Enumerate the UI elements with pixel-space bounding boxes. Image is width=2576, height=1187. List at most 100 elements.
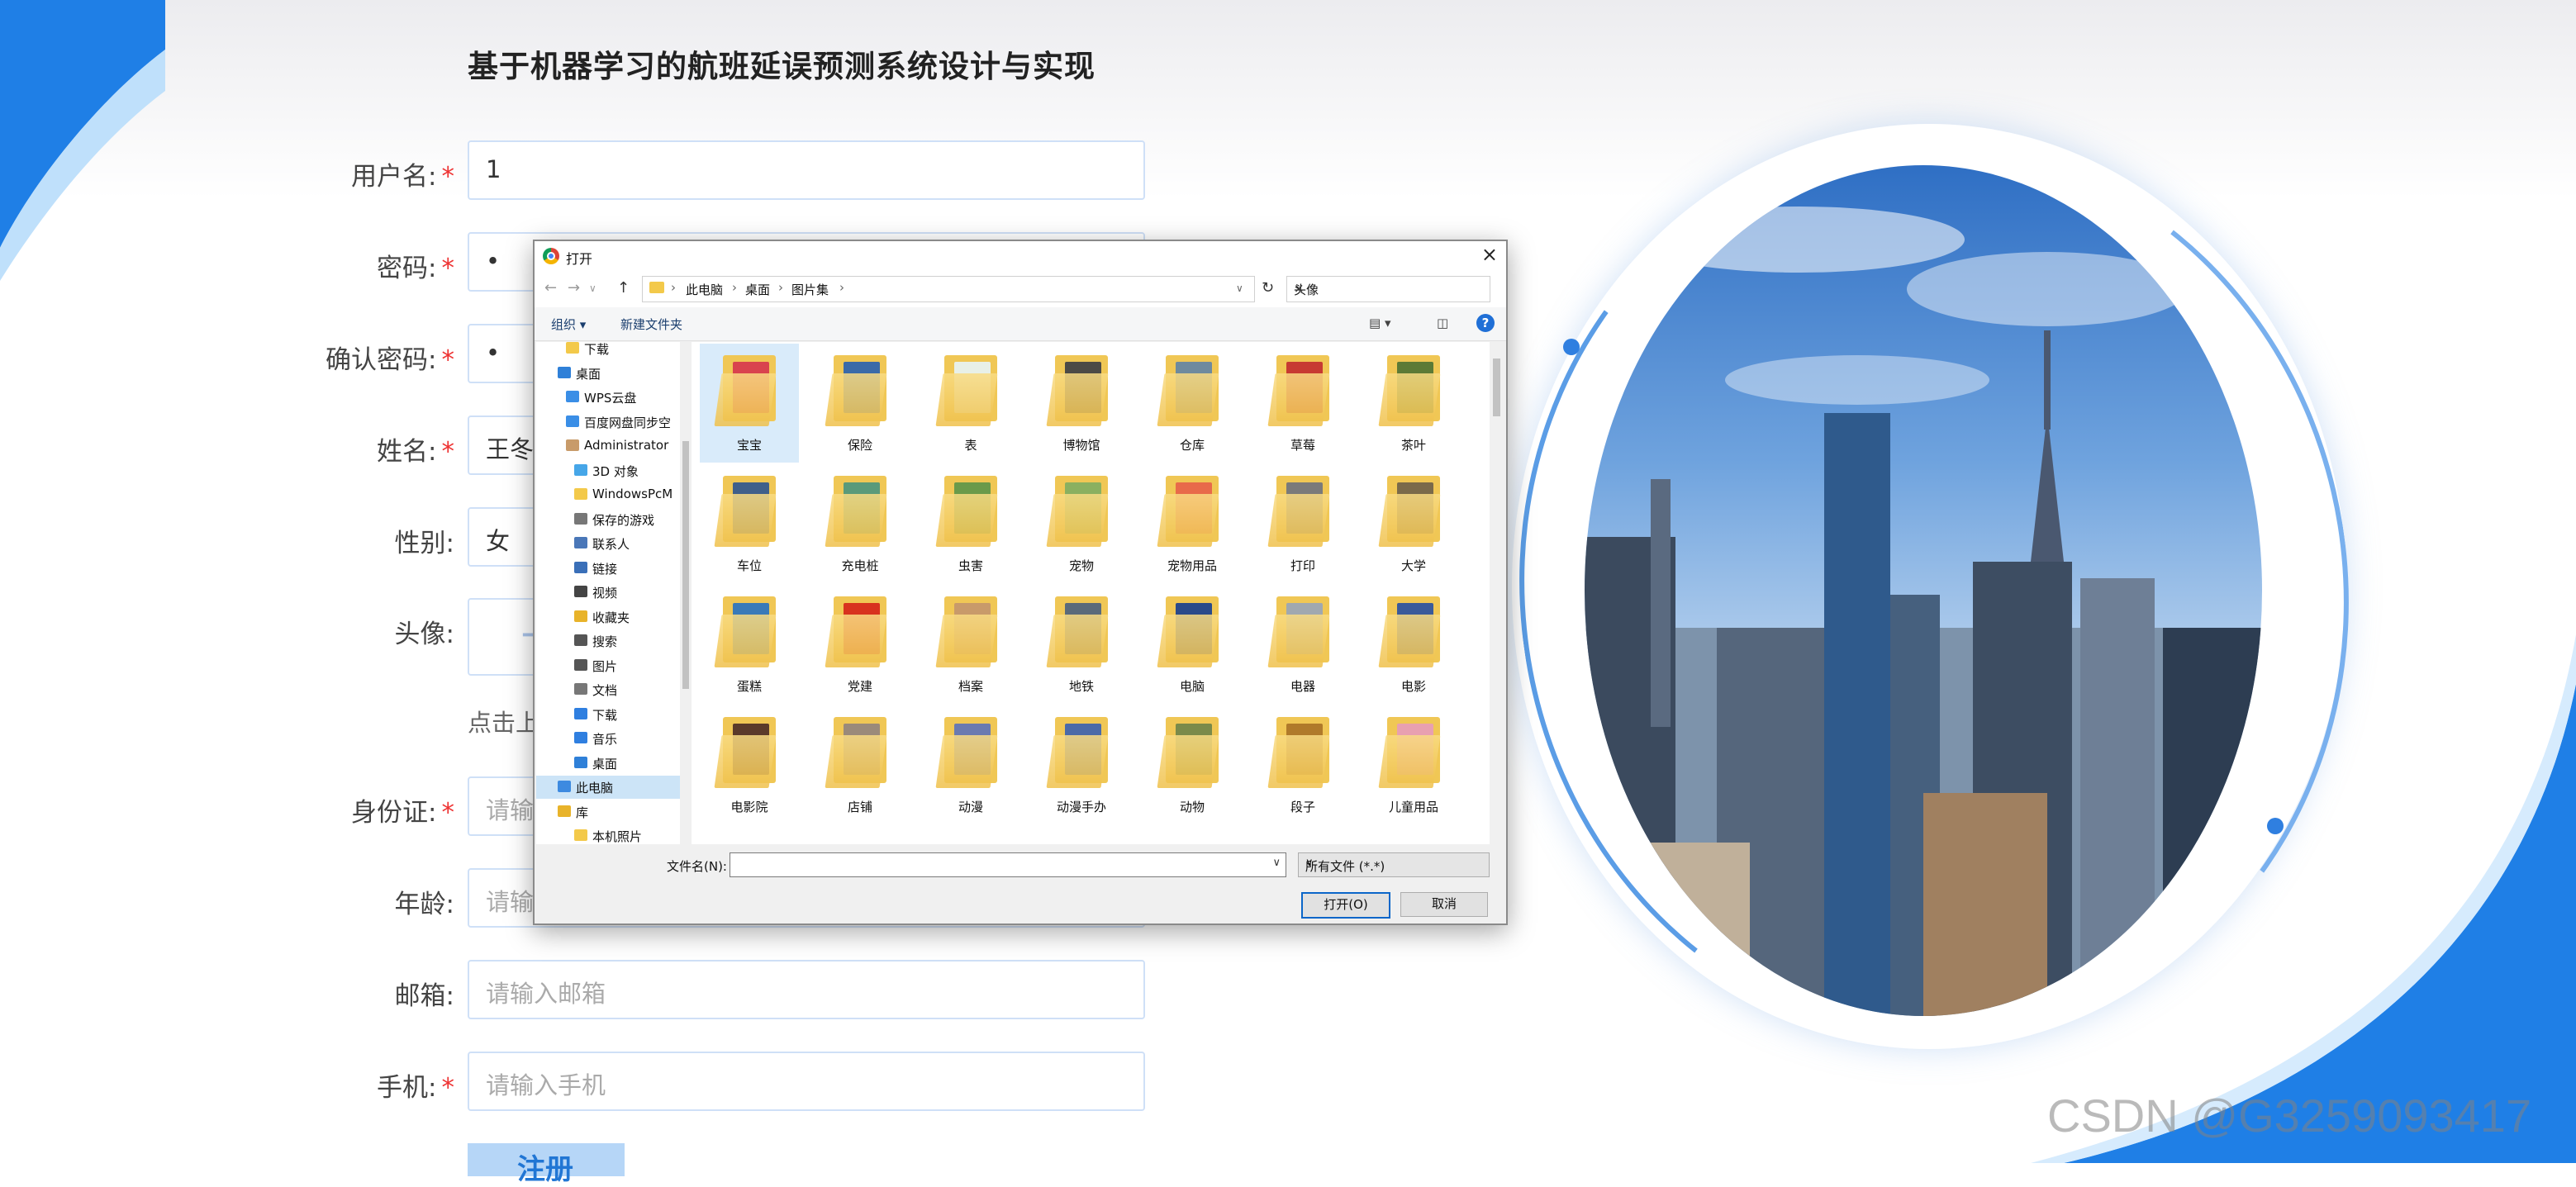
filename-input[interactable]: ∨ xyxy=(730,852,1286,877)
folder-item[interactable]: 电影院 xyxy=(700,705,799,824)
folder-item[interactable]: 茶叶 xyxy=(1364,344,1463,463)
register-button[interactable]: 注册 xyxy=(468,1143,625,1186)
nav-item[interactable]: 桌面 xyxy=(536,362,682,385)
nav-item[interactable]: 文档 xyxy=(536,678,682,701)
open-button[interactable]: 打开(O) xyxy=(1301,892,1390,919)
folder-flap xyxy=(825,494,887,547)
folder-item[interactable]: 儿童用品 xyxy=(1364,705,1463,824)
folder-item[interactable]: 草莓 xyxy=(1253,344,1352,463)
nav-item[interactable]: WPS云盘 xyxy=(536,386,682,409)
navigation-scrollbar[interactable] xyxy=(680,342,692,844)
view-options-icon[interactable]: ▤ ▾ xyxy=(1369,316,1390,330)
folder-item[interactable]: 地铁 xyxy=(1032,585,1131,704)
new-folder-button[interactable]: 新建文件夹 xyxy=(620,316,682,333)
id-card-label: 身份证: * xyxy=(351,798,454,828)
nav-item[interactable]: 图片 xyxy=(536,654,682,677)
nav-item[interactable]: 下载 xyxy=(536,703,682,726)
folder-item[interactable]: 大学 xyxy=(1364,464,1463,583)
phone-input[interactable]: 请输入手机 xyxy=(468,1052,1145,1111)
breadcrumb-this-pc[interactable]: 此电脑 xyxy=(686,281,723,298)
cancel-button[interactable]: 取消 xyxy=(1400,892,1488,917)
nav-item[interactable]: 音乐 xyxy=(536,727,682,750)
back-arrow-icon[interactable]: ← xyxy=(544,279,557,297)
folder-item[interactable]: 动物 xyxy=(1143,705,1242,824)
nav-item[interactable]: 视频 xyxy=(536,581,682,604)
nav-item[interactable]: 保存的游戏 xyxy=(536,508,682,531)
nav-item[interactable]: 收藏夹 xyxy=(536,605,682,629)
folder-item[interactable]: 车位 xyxy=(700,464,799,583)
folder-item[interactable]: 动漫 xyxy=(921,705,1020,824)
folder-item[interactable]: 电影 xyxy=(1364,585,1463,704)
breadcrumb-desktop[interactable]: 桌面 xyxy=(745,281,770,298)
folder-item[interactable]: 仓库 xyxy=(1143,344,1242,463)
scrollbar-thumb[interactable] xyxy=(682,441,689,689)
nav-item[interactable]: 3D 对象 xyxy=(536,459,682,482)
email-input[interactable]: 请输入邮箱 xyxy=(468,960,1145,1019)
nav-item[interactable]: Administrator xyxy=(536,434,682,458)
folder-item[interactable]: 博物馆 xyxy=(1032,344,1131,463)
scrollbar-thumb[interactable] xyxy=(1493,358,1500,416)
folder-item[interactable]: 宝宝 xyxy=(700,344,799,463)
chevron-down-icon[interactable]: ∨ xyxy=(1272,857,1281,869)
confirm-password-label: 确认密码: * xyxy=(326,345,454,375)
nav-item[interactable]: 链接 xyxy=(536,557,682,580)
breadcrumb-separator: › xyxy=(671,280,676,295)
forward-arrow-icon[interactable]: → xyxy=(568,279,580,297)
nav-item-label: 图片 xyxy=(592,658,618,674)
folder-item[interactable]: 党建 xyxy=(810,585,910,704)
folder-label: 段子 xyxy=(1290,800,1315,814)
folder-label: 动漫 xyxy=(958,800,983,814)
organize-menu[interactable]: 组织 ▾ xyxy=(551,316,586,333)
watermark: CSDN @G3259093417 xyxy=(2047,1090,2532,1142)
folder-item[interactable]: 充电桩 xyxy=(810,464,910,583)
folder-item[interactable]: 宠物用品 xyxy=(1143,464,1242,583)
username-input[interactable]: 1 xyxy=(468,140,1145,200)
recent-dropdown-icon[interactable]: ∨ xyxy=(589,283,596,294)
nav-item[interactable]: 库 xyxy=(536,800,682,824)
folder-item[interactable]: 动漫手办 xyxy=(1032,705,1131,824)
folder-label: 充电桩 xyxy=(841,558,879,573)
folder-item[interactable]: 打印 xyxy=(1253,464,1352,583)
nav-item[interactable]: 搜索 xyxy=(536,629,682,653)
file-list-scrollbar[interactable] xyxy=(1490,342,1503,844)
search-input[interactable]: 头像 × xyxy=(1286,276,1490,302)
cloud-icon xyxy=(566,391,579,402)
file-type-select[interactable]: 所有文件 (*.*) ∨ xyxy=(1298,852,1490,877)
folder-item[interactable]: 保险 xyxy=(810,344,910,463)
folder-flap xyxy=(1378,373,1441,426)
folder-item[interactable]: 店铺 xyxy=(810,705,910,824)
folder-label: 打印 xyxy=(1290,558,1315,573)
refresh-icon[interactable]: ↻ xyxy=(1262,279,1274,297)
folder-item[interactable]: 虫害 xyxy=(921,464,1020,583)
folder-item[interactable]: 档案 xyxy=(921,585,1020,704)
nav-item[interactable]: WindowsPcM xyxy=(536,483,682,506)
chevron-down-icon[interactable]: ∨ xyxy=(1236,283,1243,294)
folder-flap xyxy=(1157,494,1219,547)
address-bar[interactable]: › 此电脑 › 桌面 › 图片集 › ∨ xyxy=(642,276,1255,302)
folder-label: 宠物用品 xyxy=(1167,558,1217,573)
folder-item[interactable]: 蛋糕 xyxy=(700,585,799,704)
nav-item[interactable]: 此电脑 xyxy=(536,776,682,799)
folder-item[interactable]: 电脑 xyxy=(1143,585,1242,704)
clear-search-icon[interactable]: × xyxy=(1294,281,1483,296)
nav-item-label: 3D 对象 xyxy=(592,463,639,479)
folder-item[interactable]: 宠物 xyxy=(1032,464,1131,583)
help-icon[interactable]: ? xyxy=(1476,314,1495,332)
folder-item[interactable]: 表 xyxy=(921,344,1020,463)
nav-item[interactable]: 百度网盘同步空 xyxy=(536,411,682,434)
up-arrow-icon[interactable]: ↑ xyxy=(617,279,630,297)
close-icon[interactable]: × xyxy=(1481,243,1498,266)
folder-item[interactable]: 段子 xyxy=(1253,705,1352,824)
nav-item[interactable]: 桌面 xyxy=(536,752,682,775)
nav-item-label: 收藏夹 xyxy=(592,610,630,625)
breadcrumb-gallery[interactable]: 图片集 xyxy=(791,281,829,298)
name-label: 姓名: * xyxy=(377,437,454,467)
folder-flap xyxy=(935,494,998,547)
nav-item-label: 下载 xyxy=(592,707,618,723)
nav-item[interactable]: 下载 xyxy=(536,342,682,360)
nav-item[interactable]: 本机照片 xyxy=(536,824,682,844)
nav-item-label: Administrator xyxy=(584,438,669,453)
preview-pane-icon[interactable]: ◫ xyxy=(1437,316,1448,330)
folder-item[interactable]: 电器 xyxy=(1253,585,1352,704)
nav-item[interactable]: 联系人 xyxy=(536,532,682,555)
